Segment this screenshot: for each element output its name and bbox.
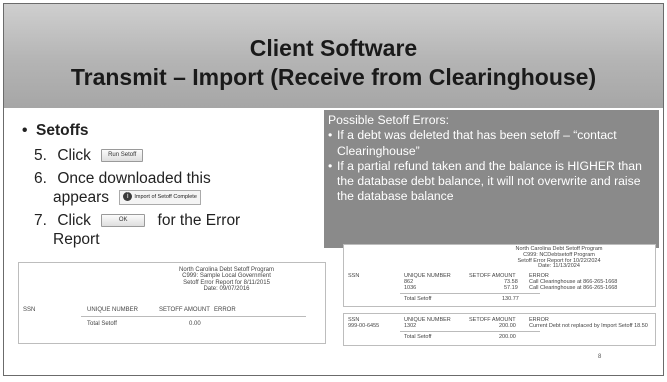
setoff-errors-callout: Possible Setoff Errors: If a debt was de… xyxy=(324,110,659,248)
report-header: North Carolina Debt Setoff Program C999:… xyxy=(484,246,634,270)
step-5: 5. Click Run Setoff xyxy=(34,146,342,165)
step-7: 7. Click OK for the Error xyxy=(34,211,342,230)
step-text-after: for the Error xyxy=(157,212,241,229)
row-amount: 57.19 xyxy=(504,285,518,291)
callout-heading: Possible Setoff Errors: xyxy=(328,113,450,127)
column-header-unique: UNIQUE NUMBER xyxy=(87,307,139,313)
column-header-ssn: SSN xyxy=(23,307,36,313)
row-error: Current Debt not replaced by Import Seto… xyxy=(529,323,648,329)
row-unique: 1302 xyxy=(404,323,417,329)
bullet-heading: • Setoffs xyxy=(22,122,342,140)
title-bar: Client Software Transmit – Import (Recei… xyxy=(4,4,663,108)
bullet-dot-icon: • xyxy=(22,122,28,139)
row-amount: 200.00 xyxy=(499,323,516,329)
report-header: North Carolina Debt Setoff Program C999:… xyxy=(139,267,314,293)
column-header-error: ERROR xyxy=(214,307,236,313)
ok-button[interactable]: OK xyxy=(101,214,146,228)
slide: Client Software Transmit – Import (Recei… xyxy=(3,3,664,376)
column-header-ssn: SSN xyxy=(348,273,360,279)
report-header-line: Date: 11/13/2024 xyxy=(538,263,580,270)
column-header-amount: SETOFF AMOUNT xyxy=(159,307,210,313)
error-report-contact: North Carolina Debt Setoff Program C999:… xyxy=(343,244,656,307)
step-text: Once downloaded this xyxy=(57,170,211,187)
step-6-continued: appears i Import of Setoff Complete xyxy=(53,188,342,207)
import-complete-notification: i Import of Setoff Complete xyxy=(119,190,201,206)
error-report-not-replaced: SSN UNIQUE NUMBER SETOFF AMOUNT ERROR 99… xyxy=(343,313,656,346)
step-text: Report xyxy=(53,231,100,248)
step-text: Click xyxy=(57,212,91,229)
step-text: Click xyxy=(57,147,91,164)
bullet-list: • Setoffs 5. Click Run Setoff 6. Once dow… xyxy=(22,122,342,249)
step-number: 7. xyxy=(34,212,47,229)
page-number: 8 xyxy=(598,354,602,360)
slide-title: Client Software xyxy=(249,35,418,61)
step-number: 6. xyxy=(34,170,47,187)
row-error: Call Clearinghouse at 866-265-1668 xyxy=(529,285,618,291)
info-icon: i xyxy=(123,192,133,202)
report-divider xyxy=(81,316,306,317)
total-value: 200.00 xyxy=(499,334,516,340)
report-header-line: Date: 09/07/2016 xyxy=(203,286,250,293)
row-unique: 1036 xyxy=(404,285,417,291)
total-label: Total Setoff xyxy=(404,296,432,302)
total-value: 130.77 xyxy=(502,296,519,302)
step-7-continued: Report xyxy=(53,230,342,249)
step-number: 5. xyxy=(34,147,47,164)
step-6: 6. Once downloaded this xyxy=(34,169,342,188)
run-setoff-button[interactable]: Run Setoff xyxy=(101,149,144,163)
total-value: 0.00 xyxy=(189,321,201,327)
slide-subtitle: Transmit – Import (Receive from Clearing… xyxy=(70,64,597,90)
error-report-sample: North Carolina Debt Setoff Program C999:… xyxy=(18,262,326,344)
report-divider xyxy=(400,293,540,294)
notification-text: Import of Setoff Complete xyxy=(134,194,197,201)
report-divider xyxy=(400,331,540,332)
step-text: appears xyxy=(53,189,110,206)
bullet-heading-text: Setoffs xyxy=(36,122,89,139)
callout-item: If a debt was deleted that has been seto… xyxy=(328,128,655,159)
row-ssn: 999-00-6455 xyxy=(348,323,380,329)
total-label: Total Setoff xyxy=(87,321,117,327)
callout-list: If a debt was deleted that has been seto… xyxy=(328,128,655,204)
total-label: Total Setoff xyxy=(404,334,432,340)
callout-item: If a partial refund taken and the balanc… xyxy=(328,159,655,205)
